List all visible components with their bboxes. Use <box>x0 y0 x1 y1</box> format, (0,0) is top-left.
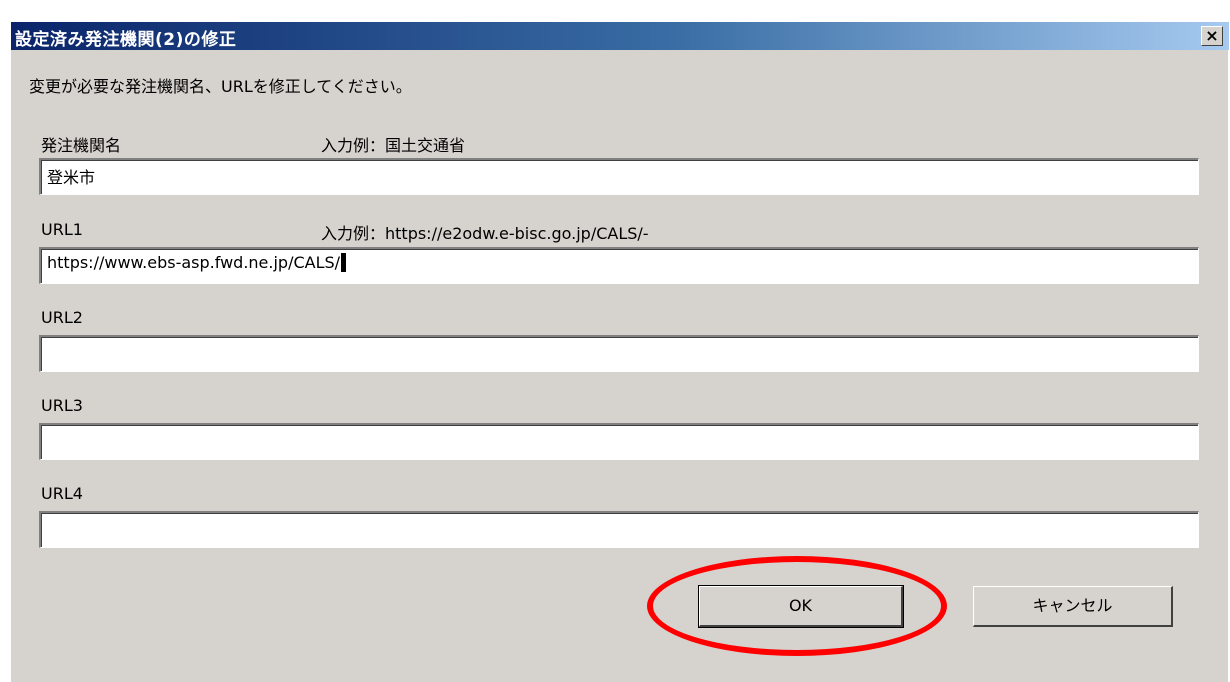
agency-name-example: 入力例：国土交通省 <box>321 136 466 155</box>
url1-value: https://www.ebs-asp.fwd.ne.jp/CALS/ <box>47 253 341 272</box>
edit-agency-dialog: 設定済み発注機関(2)の修正 × 変更が必要な発注機関名、URLを修正してくださ… <box>10 22 1229 682</box>
text-caret <box>341 253 347 272</box>
instruction-text: 変更が必要な発注機関名、URLを修正してください。 <box>29 77 412 96</box>
url4-input[interactable] <box>39 511 1199 548</box>
dialog-title: 設定済み発注機関(2)の修正 <box>15 30 237 50</box>
url2-label: URL2 <box>41 308 83 327</box>
url1-example: 入力例：https://e2odw.e-bisc.go.jp/CALS/- <box>321 224 649 243</box>
close-button[interactable]: × <box>1201 26 1223 46</box>
agency-name-input[interactable]: 登米市 <box>39 158 1199 195</box>
url3-input[interactable] <box>39 423 1199 460</box>
close-icon: × <box>1205 26 1219 45</box>
agency-name-value: 登米市 <box>47 168 96 187</box>
title-bar[interactable]: 設定済み発注機関(2)の修正 × <box>11 22 1229 50</box>
url1-label: URL1 <box>41 220 83 239</box>
url3-label: URL3 <box>41 396 83 415</box>
ok-highlight-circle <box>647 556 947 656</box>
url4-label: URL4 <box>41 484 83 503</box>
agency-name-label: 発注機関名 <box>41 136 122 155</box>
cancel-button[interactable]: キャンセル <box>973 586 1173 627</box>
url1-input[interactable]: https://www.ebs-asp.fwd.ne.jp/CALS/ <box>39 247 1199 284</box>
url2-input[interactable] <box>39 335 1199 372</box>
